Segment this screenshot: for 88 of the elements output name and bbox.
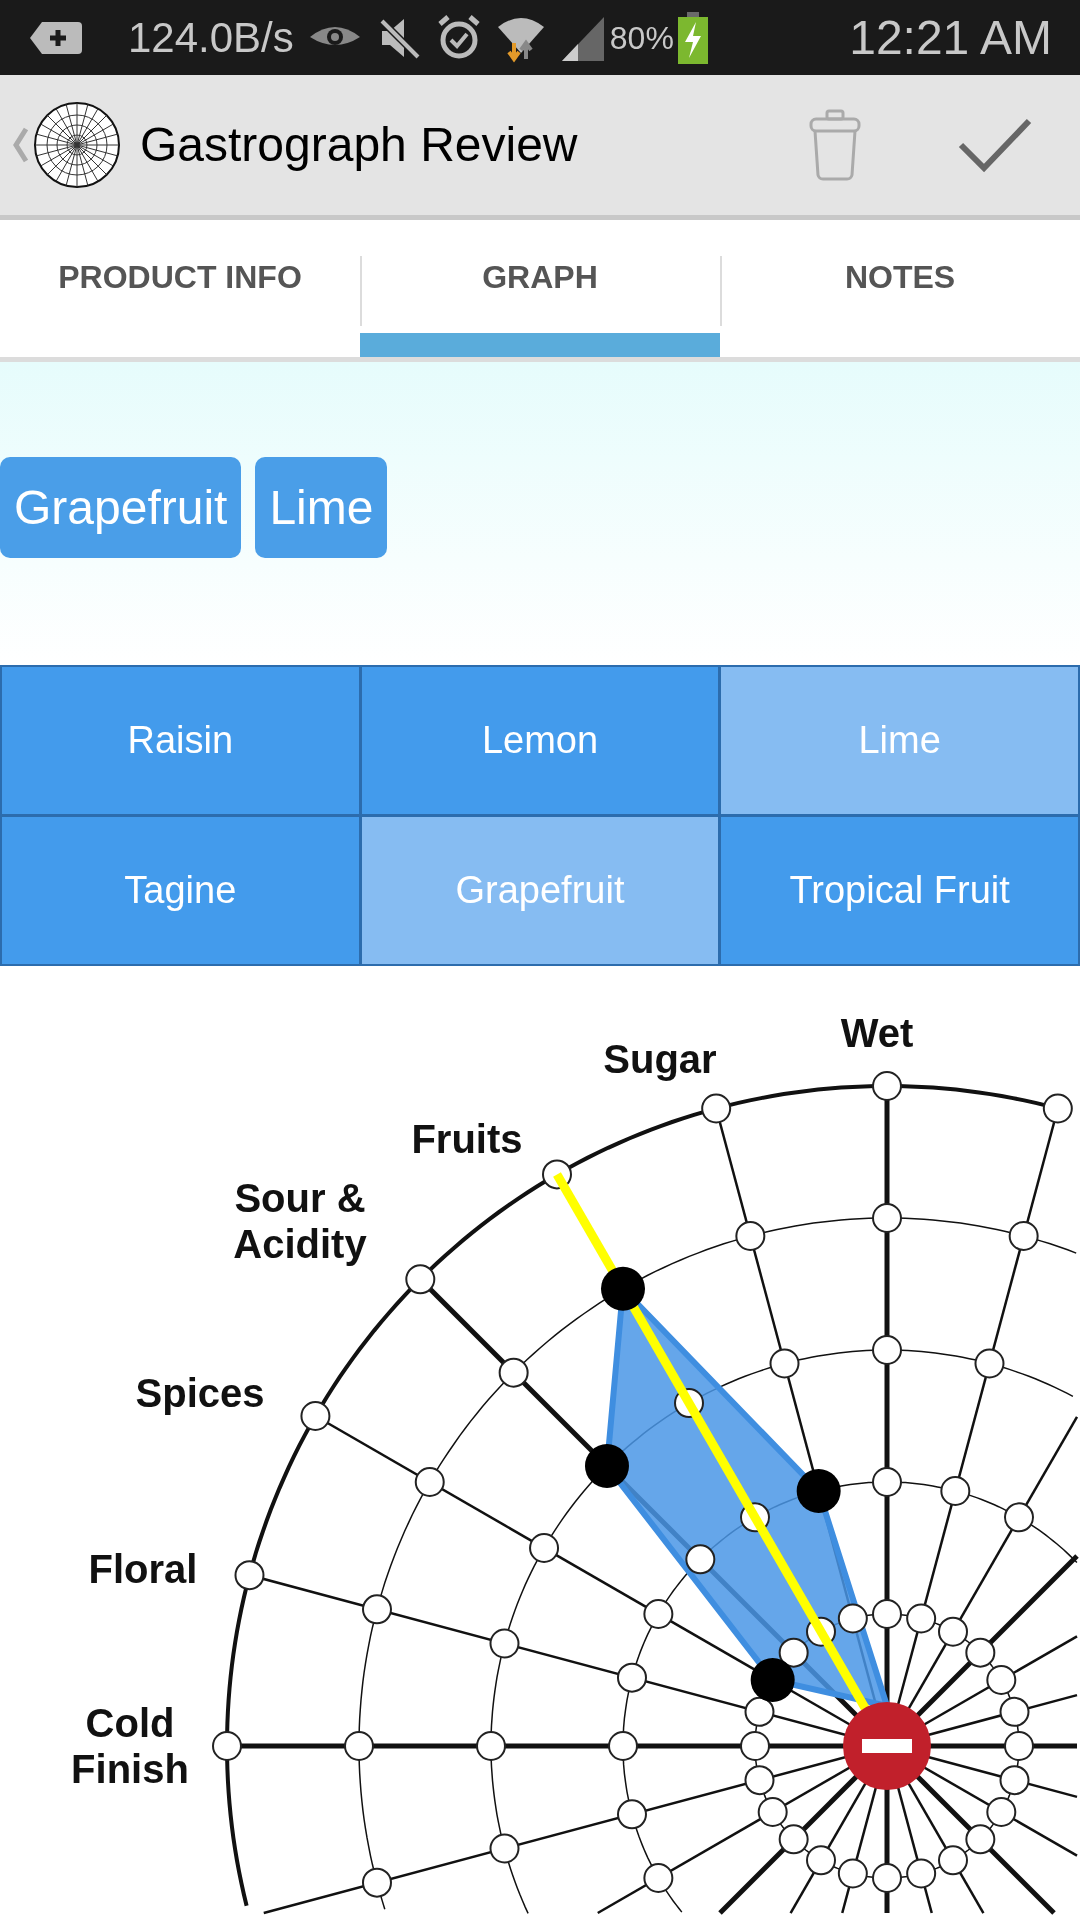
grid-node[interactable] <box>405 1264 436 1295</box>
grid-node[interactable] <box>617 1799 647 1830</box>
grid-node[interactable] <box>837 1603 868 1634</box>
remove-button[interactable] <box>843 1702 931 1790</box>
grid-node[interactable] <box>414 1467 445 1497</box>
flavor-chip[interactable]: Lime <box>255 457 388 558</box>
grid-node[interactable] <box>986 1797 1017 1827</box>
battery-percent: 80% <box>609 18 674 58</box>
grid-node[interactable] <box>940 1476 971 1506</box>
grid-node[interactable] <box>1008 1221 1039 1251</box>
axis-label: Fruits <box>411 1116 523 1162</box>
grid-node[interactable] <box>498 1357 529 1388</box>
grid-node[interactable] <box>806 1845 836 1876</box>
grid-node[interactable] <box>1004 1731 1034 1761</box>
grid-node[interactable] <box>476 1731 506 1761</box>
flavor-tile[interactable]: Lime <box>721 667 1078 814</box>
flavor-chip[interactable]: Grapefruit <box>0 457 242 558</box>
grid-node[interactable] <box>643 1599 674 1629</box>
screen-title: Gastrograph Review <box>140 117 578 173</box>
grid-node[interactable] <box>744 1696 775 1727</box>
grid-node[interactable] <box>938 1845 968 1876</box>
grid-node[interactable] <box>757 1797 788 1827</box>
grid-node[interactable] <box>986 1665 1017 1695</box>
grid-node[interactable] <box>685 1544 716 1575</box>
grid-node[interactable] <box>872 1467 902 1497</box>
minus-icon <box>862 1739 912 1753</box>
data-point[interactable] <box>601 1266 645 1311</box>
grid-node[interactable] <box>999 1765 1030 1796</box>
grid-node[interactable] <box>872 1071 902 1101</box>
grid-node[interactable] <box>906 1603 937 1634</box>
grid-node[interactable] <box>212 1731 242 1761</box>
axis-label: Spices <box>135 1370 265 1416</box>
grid-node[interactable] <box>617 1662 647 1693</box>
radar-app-icon <box>32 100 122 190</box>
flavor-tile[interactable]: Raisin <box>2 667 359 814</box>
grid-node[interactable] <box>701 1093 732 1124</box>
grid-node[interactable] <box>974 1348 1005 1379</box>
grid-node[interactable] <box>489 1628 520 1659</box>
grid-node[interactable] <box>740 1731 770 1761</box>
axis-label: Cold Finish <box>70 1700 190 1792</box>
grid-node[interactable] <box>1004 1502 1034 1533</box>
grid-node[interactable] <box>529 1533 560 1563</box>
grid-node[interactable] <box>744 1765 775 1796</box>
flavor-tile[interactable]: Tropical Fruit <box>721 817 1078 964</box>
battery-charging-icon <box>677 11 708 64</box>
grid-node[interactable] <box>234 1560 265 1591</box>
grid-node[interactable] <box>778 1637 809 1668</box>
axis-label: Sour & Acidity <box>232 1175 368 1267</box>
grid-node[interactable] <box>674 1388 704 1419</box>
grid-node[interactable] <box>740 1502 770 1533</box>
grid-node[interactable] <box>1042 1093 1073 1124</box>
network-speed: 124.0B/s <box>128 13 294 63</box>
grid-node[interactable] <box>362 1594 392 1625</box>
trash-icon <box>808 109 862 181</box>
data-point[interactable] <box>585 1444 629 1488</box>
tab[interactable]: PRODUCT INFO <box>0 220 360 357</box>
flavor-tile[interactable]: Tagine <box>2 817 359 964</box>
grid-node[interactable] <box>769 1348 800 1379</box>
grid-node[interactable] <box>965 1637 996 1668</box>
grid-node[interactable] <box>906 1858 937 1889</box>
data-point[interactable] <box>750 1658 795 1702</box>
grid-node[interactable] <box>837 1858 868 1889</box>
grid-node[interactable] <box>778 1824 809 1855</box>
grid-node[interactable] <box>362 1867 392 1898</box>
tab[interactable]: NOTES <box>720 220 1080 357</box>
grid-node[interactable] <box>872 1203 902 1233</box>
grid-node[interactable] <box>300 1401 331 1431</box>
flavor-tile[interactable]: Grapefruit <box>361 817 719 964</box>
grid-node[interactable] <box>806 1616 836 1647</box>
axis-label: Floral <box>88 1546 198 1592</box>
grid-node[interactable] <box>643 1863 674 1893</box>
grid-node[interactable] <box>872 1599 902 1629</box>
grid-node[interactable] <box>938 1616 968 1647</box>
axis-label: Sugar <box>603 1036 717 1082</box>
grid-node[interactable] <box>608 1731 638 1761</box>
axis-label: Wet <box>840 1010 914 1056</box>
grid-node[interactable] <box>965 1824 996 1855</box>
grid-node[interactable] <box>489 1833 520 1864</box>
grid-node[interactable] <box>344 1731 374 1761</box>
data-point[interactable] <box>796 1469 841 1513</box>
clock-time: 12:21 AM <box>849 9 1052 66</box>
grid-node[interactable] <box>872 1863 902 1893</box>
grid-node[interactable] <box>735 1221 766 1251</box>
grid-node[interactable] <box>542 1159 572 1190</box>
grid-node[interactable] <box>872 1335 902 1365</box>
checkmark-icon <box>958 117 1032 173</box>
flavor-tile[interactable]: Lemon <box>361 667 719 814</box>
grid-node[interactable] <box>999 1696 1030 1727</box>
